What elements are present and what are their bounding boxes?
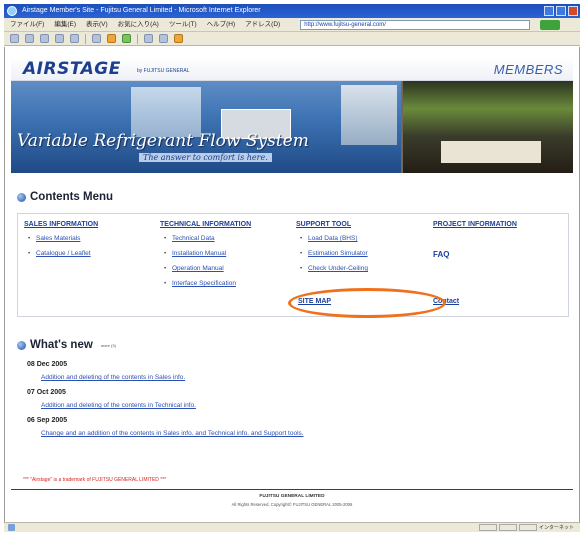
banner-window — [131, 87, 201, 137]
whats-new-title: What's new — [30, 339, 93, 351]
banner-tagline: The answer to comfort is here. — [139, 153, 272, 162]
footer-copyright: All Rights Reserved, Copyright© FUJITSU … — [231, 502, 353, 507]
faq-link[interactable]: FAQ — [433, 250, 449, 259]
sales-info-heading[interactable]: SALES INFORMATION — [24, 221, 98, 228]
contents-menu-title: Contents Menu — [30, 191, 114, 203]
go-button[interactable] — [540, 19, 561, 30]
news-date: 07 Oct 2005 — [27, 389, 66, 396]
maximize-button[interactable] — [556, 6, 566, 16]
menu-help[interactable]: ヘルプ(H) — [207, 18, 236, 32]
menu-edit[interactable]: 編集(E) — [54, 18, 76, 32]
news-link[interactable]: Change and an addition of the contents i… — [41, 430, 304, 445]
whats-new-heading: What's new more (3) — [17, 339, 116, 351]
home-icon[interactable] — [70, 34, 79, 43]
highlight-ellipse — [288, 288, 446, 318]
link-catalogue-leaflet[interactable]: Catalogue / Leaflet — [24, 249, 98, 264]
support-tool-heading[interactable]: SUPPORT TOOL — [296, 221, 368, 228]
link-estimation-simulator[interactable]: Estimation Simulator — [296, 249, 368, 264]
whats-new-list: 08 Dec 2005 Addition and deleting of the… — [27, 361, 304, 445]
page-icon — [8, 524, 15, 531]
whats-new-more[interactable]: more (3) — [101, 343, 116, 348]
print-icon[interactable] — [159, 34, 168, 43]
edit-icon[interactable] — [174, 34, 183, 43]
banner-title: Variable Refrigerant Flow System — [17, 131, 309, 151]
status-cell — [498, 524, 517, 531]
page-footer: FUJITSU GENERAL LIMITED All Rights Reser… — [11, 489, 573, 513]
members-label: MEMBERS — [493, 62, 563, 77]
toolbar-separator — [85, 33, 86, 44]
news-date: 08 Dec 2005 — [27, 361, 68, 368]
sales-info-column: SALES INFORMATION Sales Materials Catalo… — [24, 221, 98, 264]
minimize-button[interactable] — [544, 6, 554, 16]
link-interface-specification[interactable]: Interface Specification — [160, 279, 251, 294]
mail-icon[interactable] — [144, 34, 153, 43]
logo-subtitle: by FUJITSU GENERAL — [137, 68, 190, 74]
history-icon[interactable] — [122, 34, 131, 43]
menu-bar: ファイル(F) 編集(E) 表示(V) お気に入り(A) ツール(T) ヘルプ(… — [4, 18, 580, 32]
bullet-ball-icon — [17, 192, 26, 202]
refresh-icon[interactable] — [55, 34, 64, 43]
link-installation-manual[interactable]: Installation Manual — [160, 249, 251, 264]
toolbar-separator — [137, 33, 138, 44]
link-operation-manual[interactable]: Operation Manual — [160, 264, 251, 279]
footer-company: FUJITSU GENERAL LIMITED — [259, 494, 325, 499]
site-header: AIRSTAGE by FUJITSU GENERAL MEMBERS — [11, 57, 573, 81]
link-sales-materials[interactable]: Sales Materials — [24, 234, 98, 249]
hero-banner: Variable Refrigerant Flow System The ans… — [11, 81, 573, 173]
link-load-data[interactable]: Load Data (BHS) — [296, 234, 368, 249]
news-link[interactable]: Addition and deleting of the contents in… — [41, 402, 304, 417]
technical-info-column: TECHNICAL INFORMATION Technical Data Ins… — [160, 221, 251, 294]
bullet-ball-icon — [17, 340, 26, 350]
menu-file[interactable]: ファイル(F) — [10, 18, 44, 32]
news-link[interactable]: Addition and deleting of the contents in… — [41, 374, 304, 389]
window-controls — [544, 6, 578, 16]
status-bar: インターネット — [4, 522, 580, 532]
project-info-heading[interactable]: PROJECT INFORMATION — [433, 221, 517, 228]
support-tool-column: SUPPORT TOOL Load Data (BHS) Estimation … — [296, 221, 368, 279]
page-viewport: AIRSTAGE by FUJITSU GENERAL MEMBERS Vari… — [4, 47, 580, 522]
ie-icon — [7, 6, 17, 16]
technical-info-heading[interactable]: TECHNICAL INFORMATION — [160, 221, 251, 228]
menu-tools[interactable]: ツール(T) — [169, 18, 197, 32]
menu-view[interactable]: 表示(V) — [86, 18, 108, 32]
status-cell — [478, 524, 497, 531]
close-button[interactable] — [568, 6, 578, 16]
search-icon[interactable] — [92, 34, 101, 43]
link-check-under-ceiling[interactable]: Check Under-Ceiling — [296, 264, 368, 279]
back-icon[interactable] — [10, 34, 19, 43]
news-date: 06 Sep 2005 — [27, 417, 68, 424]
security-zone: インターネット — [538, 525, 574, 531]
status-cells: インターネット — [478, 524, 580, 531]
menu-favorites[interactable]: お気に入り(A) — [118, 18, 159, 32]
favorites-icon[interactable] — [107, 34, 116, 43]
contents-menu-heading: Contents Menu — [17, 191, 113, 203]
airstage-logo[interactable]: AIRSTAGE — [23, 59, 121, 79]
window-titlebar: Airstage Member's Site - Fujitsu General… — [4, 4, 580, 18]
address-label: アドレス(D) — [245, 20, 281, 28]
banner-window — [341, 85, 397, 145]
project-info-column: PROJECT INFORMATION — [433, 221, 517, 228]
window-title: Airstage Member's Site - Fujitsu General… — [22, 7, 261, 14]
forward-icon[interactable] — [25, 34, 34, 43]
browser-window: Airstage Member's Site - Fujitsu General… — [0, 0, 584, 534]
status-cell — [518, 524, 537, 531]
trademark-notice: *** "Airstage" is a trademark of FUJITSU… — [23, 477, 167, 483]
stop-icon[interactable] — [40, 34, 49, 43]
toolbar — [4, 32, 580, 46]
address-field[interactable]: http://www.fujitsu-general.com/ — [300, 19, 531, 30]
banner-bed — [441, 141, 541, 163]
link-technical-data[interactable]: Technical Data — [160, 234, 251, 249]
